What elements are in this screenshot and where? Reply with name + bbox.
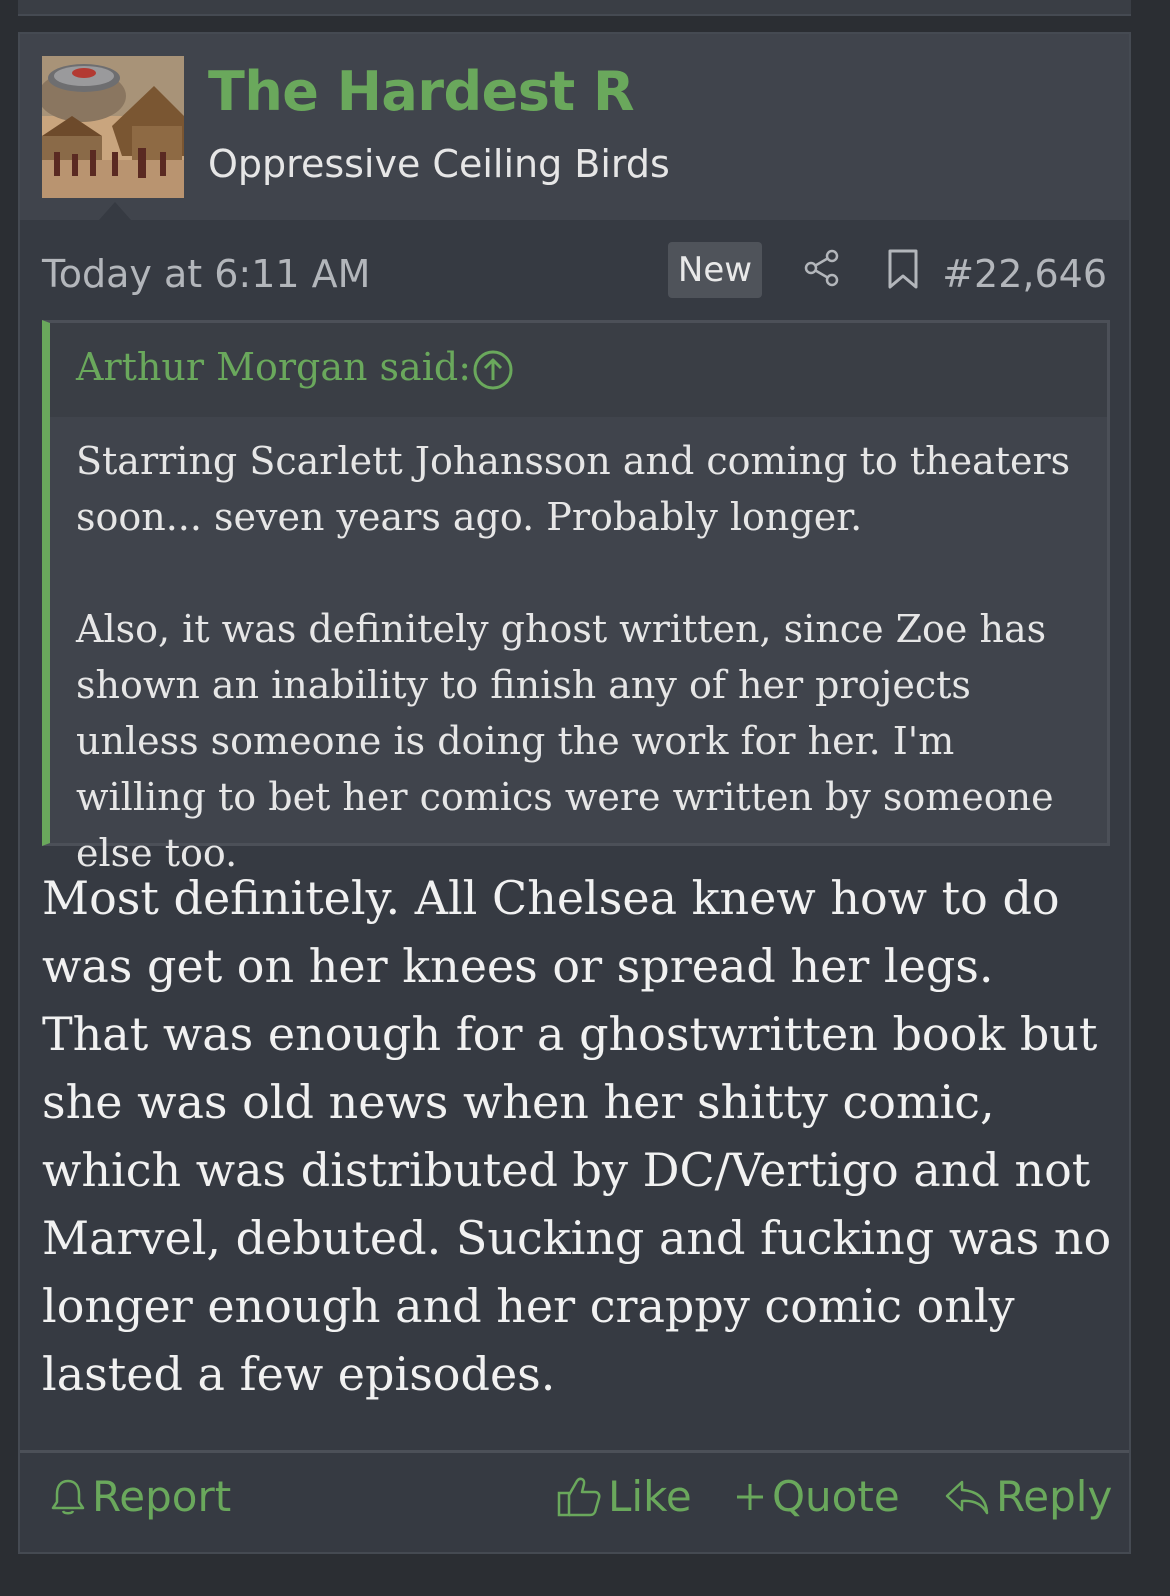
quote-paragraph: Starring Scarlett Johansson and coming t… (76, 439, 1071, 539)
post-meta: Today at 6:11 AM New #22,646 (20, 240, 1129, 310)
bookmark-icon[interactable] (886, 248, 920, 290)
report-label: Report (92, 1472, 232, 1521)
report-button[interactable]: Report (50, 1469, 231, 1525)
forum-post: The Hardest R Oppressive Ceiling Birds T… (18, 32, 1131, 1554)
quote-label: Quote (772, 1472, 900, 1521)
username[interactable]: The Hardest R (208, 60, 635, 123)
quote-header: Arthur Morgan said: (50, 323, 1107, 417)
reply-label: Reply (996, 1472, 1113, 1521)
thumbs-up-icon (557, 1477, 601, 1517)
post-number-link[interactable]: #22,646 (942, 252, 1107, 296)
post-actions: Report Like Quote Reply (20, 1450, 1129, 1554)
post-header: The Hardest R Oppressive Ceiling Birds (20, 34, 1129, 220)
like-button[interactable]: Like (556, 1469, 692, 1525)
previous-post-edge (18, 0, 1131, 16)
quote-author[interactable]: Arthur Morgan said: (76, 345, 471, 389)
header-pointer (99, 202, 131, 220)
quoted-message: Arthur Morgan said: Starring Scarlett Jo… (42, 320, 1110, 875)
reply-arrow-icon (945, 1480, 989, 1515)
reply-button[interactable]: Reply (944, 1469, 1112, 1525)
plus-icon (737, 1484, 763, 1510)
quote-paragraph: Also, it was definitely ghost written, s… (76, 607, 1054, 875)
quote-button[interactable]: Quote (734, 1469, 900, 1525)
bell-icon (51, 1479, 85, 1515)
avatar[interactable] (42, 56, 184, 198)
user-title: Oppressive Ceiling Birds (208, 142, 670, 186)
quote-body: Starring Scarlett Johansson and coming t… (76, 433, 1086, 881)
arrow-up-circle-icon[interactable] (472, 349, 514, 391)
new-badge: New (668, 242, 762, 298)
post-timestamp[interactable]: Today at 6:11 AM (42, 252, 370, 296)
share-icon[interactable] (802, 248, 842, 288)
post-message: Most definitely. All Chelsea knew how to… (42, 871, 1112, 1401)
like-label: Like (608, 1472, 692, 1521)
